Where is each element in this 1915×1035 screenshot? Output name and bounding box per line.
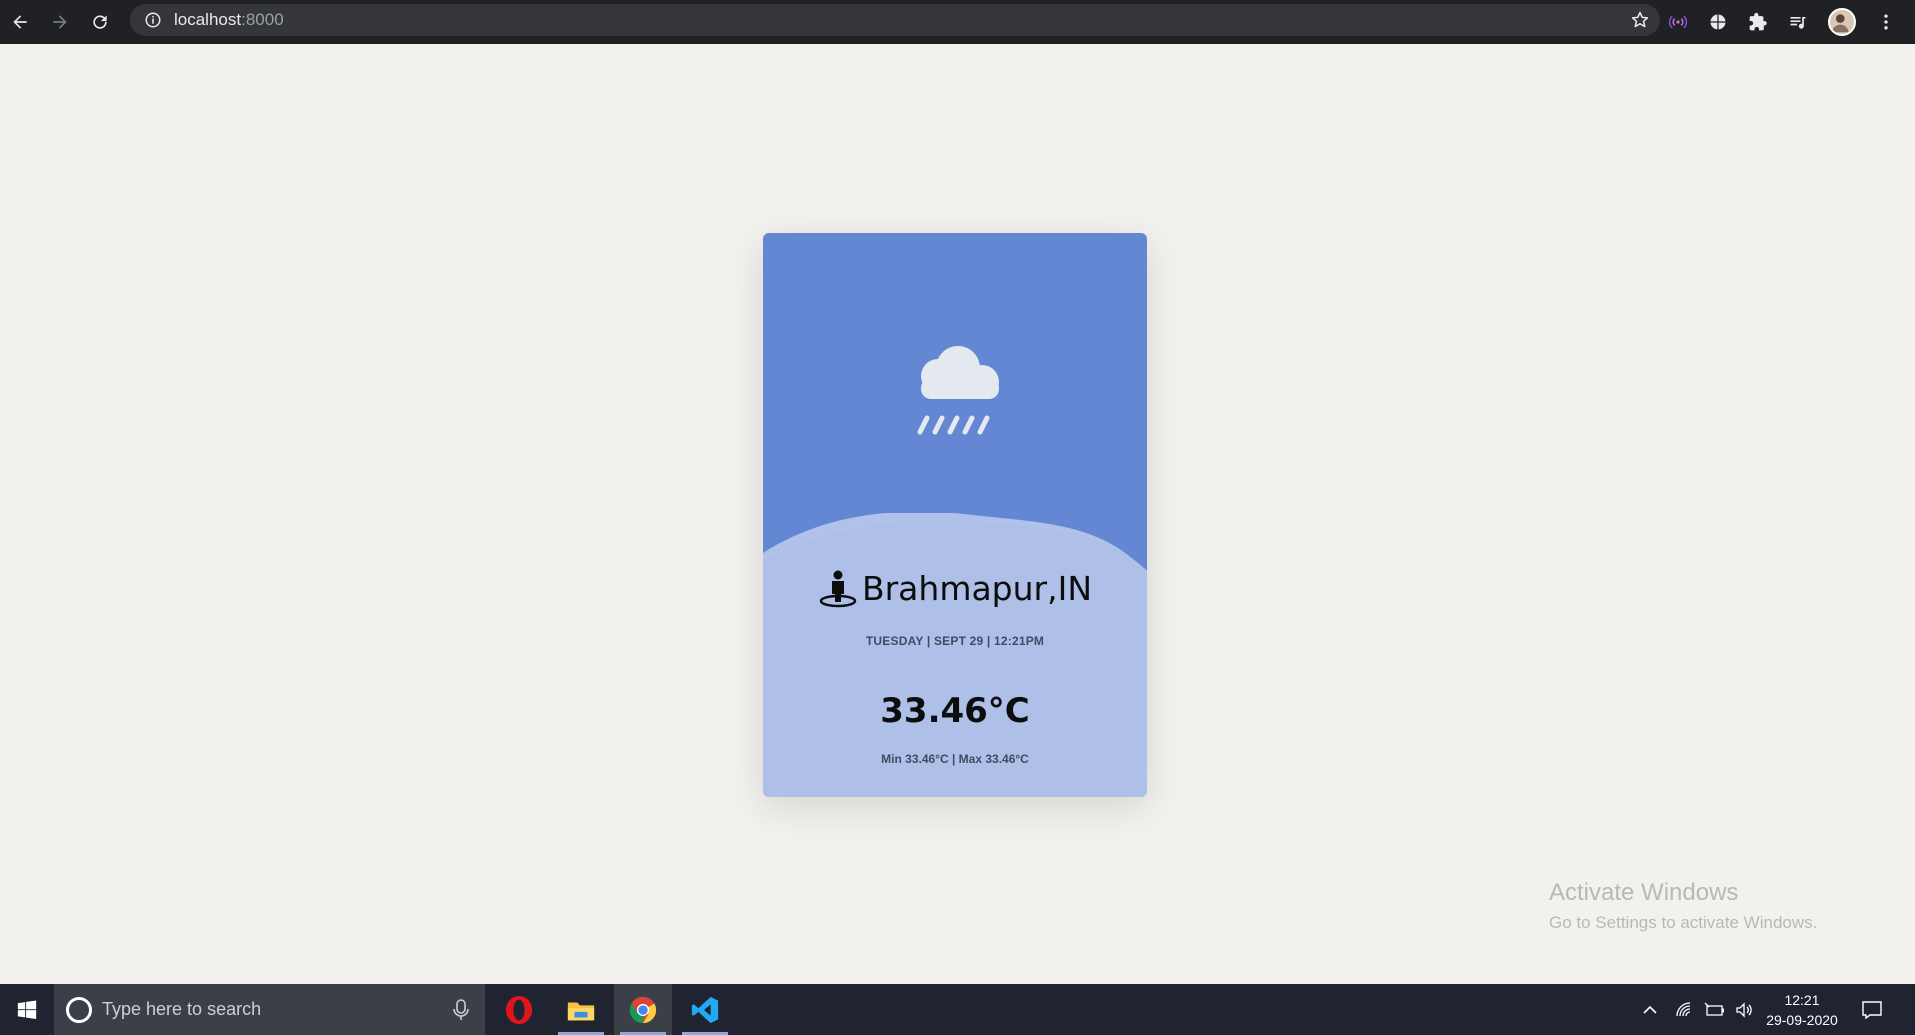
chevron-up-icon[interactable]	[1640, 1000, 1660, 1020]
vscode-icon	[691, 996, 719, 1023]
notification-area	[1860, 984, 1884, 1035]
chrome-icon	[629, 996, 657, 1023]
date-time: TUESDAY | SEPT 29 | 12:21PM	[865, 634, 1045, 648]
vscode-taskbar-button[interactable]	[676, 984, 734, 1035]
search-placeholder: Type here to search	[102, 999, 262, 1019]
watermark-title: Activate Windows	[1549, 879, 1739, 906]
weather-card: Brahmapur,IN TUESDAY | SEPT 29 | 12:21PM…	[763, 233, 1147, 797]
start-button[interactable]	[0, 984, 54, 1035]
rain-cloud-icon	[917, 346, 999, 435]
kebab-menu-icon[interactable]	[1876, 12, 1896, 32]
clock-date: 29-09-2020	[1766, 1012, 1838, 1028]
reload-button[interactable]	[80, 0, 120, 44]
opera-taskbar-button[interactable]	[490, 984, 548, 1035]
extensions-area	[1668, 0, 1896, 44]
person-pin-icon	[819, 570, 857, 608]
system-clock[interactable]: 12:21 29-09-2020	[1755, 990, 1849, 1030]
notification-icon[interactable]	[1860, 998, 1884, 1022]
puzzle-extensions-icon[interactable]	[1748, 12, 1768, 32]
star-icon[interactable]	[1630, 10, 1650, 30]
url-port: :8000	[241, 10, 284, 29]
city-name: Brahmapur,IN	[861, 568, 1093, 608]
globe-extension-icon[interactable]	[1708, 12, 1728, 32]
back-button[interactable]	[0, 0, 40, 44]
broadcast-extension-icon[interactable]	[1668, 12, 1688, 32]
reload-icon	[93, 15, 107, 29]
windows-logo-icon	[17, 1000, 37, 1019]
microphone-icon[interactable]	[451, 999, 471, 1021]
min-max-temperature: Min 33.46°C | Max 33.46°C	[881, 752, 1029, 766]
taskbar-search[interactable]: Type here to search	[54, 984, 485, 1035]
forward-arrow-icon	[53, 15, 67, 29]
media-playlist-icon[interactable]	[1788, 12, 1808, 32]
volume-icon[interactable]	[1734, 1000, 1754, 1020]
location-row: Brahmapur,IN	[763, 568, 1147, 608]
forward-button[interactable]	[40, 0, 80, 44]
watermark-subtitle: Go to Settings to activate Windows.	[1549, 913, 1818, 932]
system-tray	[1640, 984, 1754, 1035]
clock-time: 12:21	[1784, 992, 1820, 1008]
opera-icon	[505, 995, 533, 1024]
temperature: 33.46°C	[880, 691, 1030, 731]
browser-toolbar: localhost:8000	[0, 0, 1915, 44]
info-icon[interactable]	[144, 11, 162, 29]
chrome-taskbar-button[interactable]	[614, 984, 672, 1035]
wifi-icon[interactable]	[1674, 1000, 1694, 1020]
cortana-icon	[66, 996, 92, 1023]
back-arrow-icon	[13, 15, 27, 29]
url-host: localhost	[174, 10, 242, 29]
file-explorer-taskbar-button[interactable]	[552, 984, 610, 1035]
activate-windows-watermark: Activate Windows Go to Settings to activ…	[1549, 879, 1817, 933]
file-explorer-icon	[567, 1002, 595, 1020]
profile-avatar[interactable]	[1828, 8, 1856, 36]
taskbar: Type here to search 12:21 29-09-2020	[0, 984, 1915, 1035]
address-bar[interactable]: localhost:8000	[130, 4, 1660, 36]
battery-icon[interactable]	[1704, 1000, 1726, 1020]
